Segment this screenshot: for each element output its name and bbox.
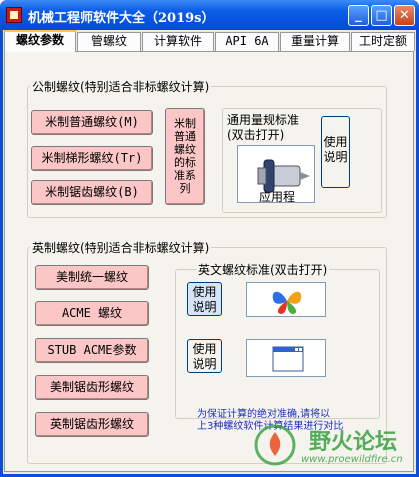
document-caption: 应用程 (258, 190, 295, 203)
client-area: 螺纹参数 管螺纹 计算软件 API 6A 重量计算 工时定额 公制螺纹(特别适合… (3, 30, 416, 474)
metric-group-title: 公制螺纹(特别适合非标螺纹计算) (32, 80, 210, 94)
english-standard-help-button[interactable]: 使用 说明 (187, 282, 222, 316)
msn-butterfly-icon (272, 291, 302, 314)
msn-document[interactable] (246, 282, 326, 317)
tab-thread-params[interactable]: 螺纹参数 (4, 30, 76, 52)
app-window: 机械工程师软件大全（2019s） _ □ ✕ 螺纹参数 管螺纹 计算软件 API… (0, 0, 419, 477)
tab-weight-calc[interactable]: 重量计算 (280, 32, 350, 51)
stub-acme-button[interactable]: STUB ACME参数 (35, 338, 149, 363)
tab-labor-quota[interactable]: 工时定额 (351, 32, 415, 51)
english-standard-title: 英文螺纹标准(双击打开) (196, 261, 330, 278)
window-icon (272, 346, 304, 372)
acme-thread-button[interactable]: ACME 螺纹 (35, 301, 149, 326)
close-button[interactable]: ✕ (394, 5, 415, 26)
gauge-help-button[interactable]: 使用 说明 (321, 116, 350, 188)
maximize-button[interactable]: □ (371, 5, 392, 26)
english-second-help-button[interactable]: 使用 说明 (187, 339, 222, 373)
metric-normal-thread-button[interactable]: 米制普通螺纹(M) (31, 110, 153, 135)
title-bar[interactable]: 机械工程师软件大全（2019s） _ □ ✕ (0, 0, 419, 30)
gauge-standard-title: 通用量规标准 (双击打开) (227, 113, 300, 142)
window-title: 机械工程师软件大全（2019s） (28, 11, 215, 26)
tab-panel: 公制螺纹(特别适合非标螺纹计算) 米制普通螺纹(M) 米制梯形螺纹(Tr) 米制… (4, 51, 414, 472)
window-document[interactable] (246, 339, 326, 377)
metric-standard-series-button[interactable]: 米制 普通 螺纹 的标 准系 列 (165, 108, 205, 205)
tab-pipe-thread[interactable]: 管螺纹 (77, 32, 141, 51)
app-icon (6, 7, 22, 23)
us-buttress-thread-button[interactable]: 美制锯齿形螺纹 (35, 375, 149, 400)
tab-calc-software[interactable]: 计算软件 (142, 32, 214, 51)
unified-thread-button[interactable]: 美制统一螺纹 (35, 265, 149, 290)
accuracy-note: 为保证计算的绝对准确,请将以 上3种螺纹软件计算结果进行对比 (197, 409, 344, 432)
tab-api-6a[interactable]: API 6A (215, 32, 279, 51)
minimize-button[interactable]: _ (348, 5, 369, 26)
metric-buttress-thread-button[interactable]: 米制锯齿螺纹(B) (31, 180, 153, 205)
imperial-group-title: 英制螺纹(特别适合非标螺纹计算) (32, 241, 210, 255)
gauge-standard-document[interactable]: 应用程 (237, 145, 315, 203)
metric-trapezoid-thread-button[interactable]: 米制梯形螺纹(Tr) (31, 146, 153, 171)
uk-buttress-thread-button[interactable]: 英制锯齿形螺纹 (35, 412, 149, 437)
tab-strip: 螺纹参数 管螺纹 计算软件 API 6A 重量计算 工时定额 (3, 30, 416, 52)
